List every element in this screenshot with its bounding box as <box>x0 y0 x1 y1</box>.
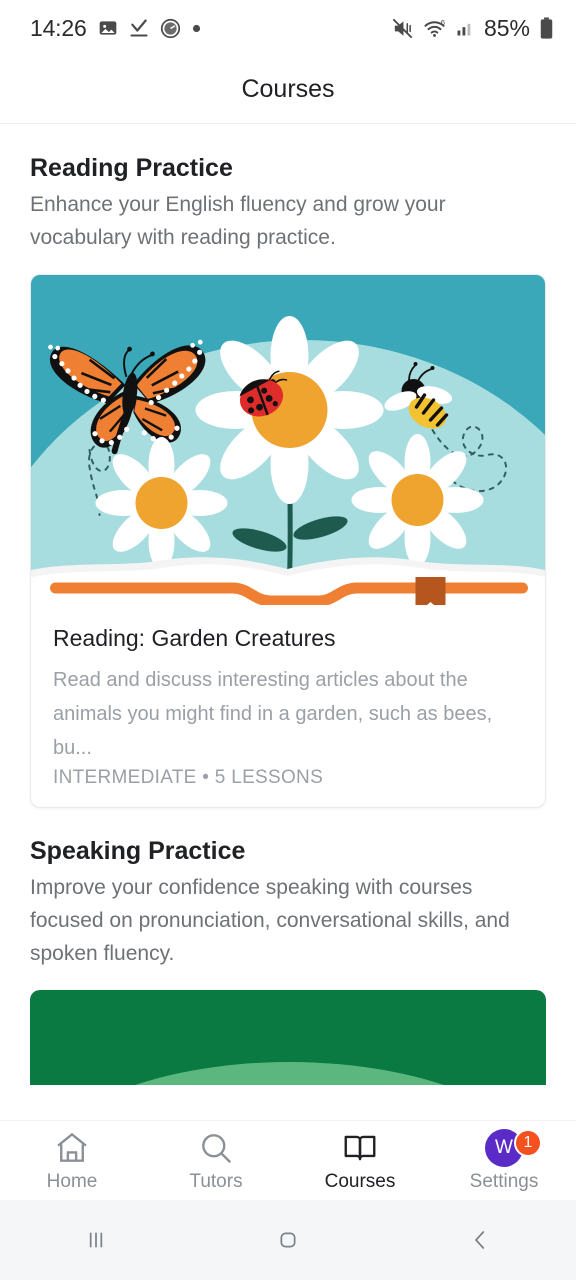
dot-icon <box>192 24 201 33</box>
battery-icon <box>539 16 554 40</box>
nav-label: Courses <box>324 1170 396 1192</box>
status-badge: 1 <box>514 1129 542 1157</box>
course-title: Reading: Garden Creatures <box>53 625 336 651</box>
course-meta: INTERMEDIATE • 5 LESSONS <box>53 767 324 788</box>
book-icon <box>341 1129 379 1167</box>
mute-vibrate-icon <box>391 17 414 40</box>
home-square-icon[interactable] <box>192 1224 384 1256</box>
status-bar-right: 6 85% <box>391 15 554 42</box>
status-bar: 14:26 6 85% <box>0 0 576 56</box>
section-subtitle: Enhance your English fluency and grow yo… <box>30 193 446 249</box>
wifi-6-icon: 6 <box>423 17 446 40</box>
nav-label: Tutors <box>189 1170 243 1192</box>
home-icon <box>53 1129 91 1167</box>
cellular-signal-icon <box>455 18 475 38</box>
section-title: Speaking Practice <box>30 837 246 865</box>
nav-label: Settings <box>469 1170 539 1192</box>
status-time: 14:26 <box>30 14 87 41</box>
avatar-initial: W <box>495 1136 513 1158</box>
nav-item-courses[interactable]: Courses <box>288 1121 432 1200</box>
screen-record-icon <box>160 18 181 39</box>
recents-icon[interactable] <box>0 1224 192 1256</box>
course-card-body: Reading: Garden Creatures Read and discu… <box>31 605 545 807</box>
battery-percent: 85% <box>483 14 530 41</box>
search-icon <box>197 1129 235 1167</box>
page-title: Courses <box>241 75 335 103</box>
bottom-navigation: Home Tutors Courses W 1 Settings <box>0 1120 576 1200</box>
download-check-icon <box>129 18 149 38</box>
speaking-practice-illustration <box>30 990 546 1085</box>
status-bar-left: 14:26 <box>30 15 201 42</box>
svg-text:6: 6 <box>441 18 445 27</box>
nav-item-settings[interactable]: W 1 Settings <box>432 1121 576 1200</box>
course-card-reading-garden-creatures[interactable]: Reading: Garden Creatures Read and discu… <box>30 274 546 808</box>
garden-creatures-illustration <box>31 275 545 605</box>
nav-label: Home <box>46 1170 98 1192</box>
nav-item-tutors[interactable]: Tutors <box>144 1121 288 1200</box>
system-navigation-bar <box>0 1200 576 1280</box>
image-icon <box>98 18 118 38</box>
section-title: Reading Practice <box>30 154 233 182</box>
section-subtitle: Improve your confidence speaking with co… <box>30 876 510 965</box>
section-speaking-practice: Speaking Practice Improve your confidenc… <box>0 837 576 970</box>
back-icon[interactable] <box>384 1224 576 1256</box>
nav-item-home[interactable]: Home <box>0 1121 144 1200</box>
courses-scroll-view[interactable]: Reading Practice Enhance your English fl… <box>0 125 576 1120</box>
section-reading-practice: Reading Practice Enhance your English fl… <box>0 154 576 254</box>
course-card-speaking[interactable] <box>30 990 546 1085</box>
course-description: Read and discuss interesting articles ab… <box>53 669 493 759</box>
app-bar: Courses <box>0 56 576 124</box>
